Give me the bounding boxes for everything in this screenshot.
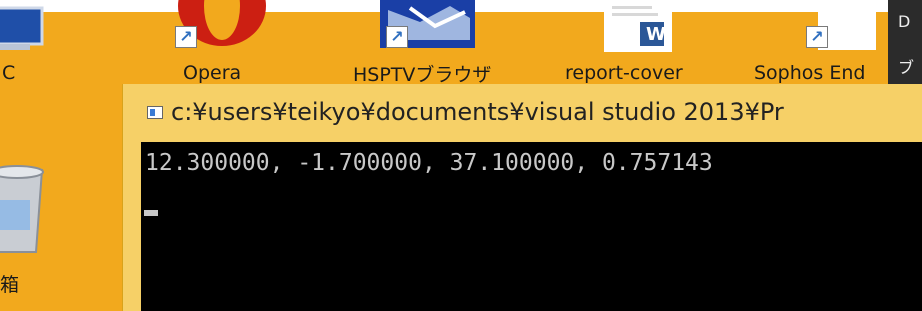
shortcut-arrow-icon: ↗ (806, 26, 828, 48)
desktop-icon-sophos[interactable]: ↗ Sophos End (750, 0, 890, 95)
desktop-icon-computer[interactable]: C (0, 0, 50, 95)
desktop-icon-label: HSPTVブラウザ (353, 64, 492, 86)
console-output-line: 12.300000, -1.700000, 37.100000, 0.75714… (145, 150, 713, 176)
desktop-icon-report-cover[interactable]: W report-cover (560, 0, 720, 95)
word-badge-letter: W (646, 24, 666, 45)
desktop-icon-label: Sophos End (754, 62, 866, 84)
console-app-icon[interactable] (147, 106, 163, 119)
desktop-icon-label: report-cover (565, 62, 683, 84)
shortcut-arrow-icon: ↗ (175, 26, 197, 48)
computer-icon (0, 6, 44, 50)
window-title: c:¥users¥teikyo¥documents¥visual studio … (171, 98, 784, 126)
word-document-icon (604, 0, 672, 52)
console-window[interactable]: c:¥users¥teikyo¥documents¥visual studio … (122, 84, 922, 311)
desktop-icon-recycle-bin[interactable]: 箱 (0, 160, 60, 310)
window-titlebar[interactable]: c:¥users¥teikyo¥documents¥visual studio … (123, 84, 922, 142)
desktop-icon-opera[interactable]: ↗ Opera (170, 0, 270, 95)
console-output-area[interactable]: 12.300000, -1.700000, 37.100000, 0.75714… (141, 142, 922, 311)
partial-dark-icon: D ブ (888, 0, 922, 84)
desktop-icon-label: 箱 (0, 274, 20, 296)
recycle-bin-icon (0, 165, 44, 253)
strip-char: D (898, 12, 911, 31)
console-cursor (144, 210, 158, 216)
strip-char: ブ (898, 58, 915, 77)
shortcut-arrow-icon: ↗ (386, 26, 408, 48)
desktop-icon-hsptv[interactable]: ↗ HSPTVブラウザ (345, 0, 515, 95)
desktop-icon-label: Opera (183, 62, 242, 84)
desktop-icon-label: C (2, 62, 16, 84)
